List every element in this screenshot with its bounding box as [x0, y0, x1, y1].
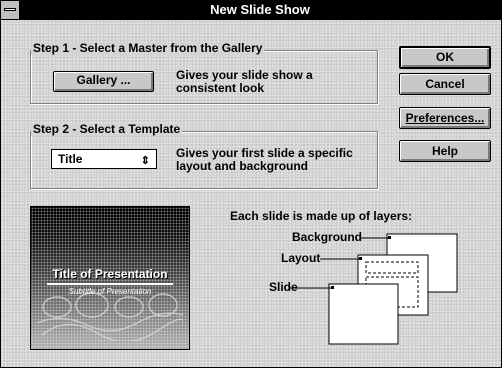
layers-diagram — [290, 233, 458, 345]
slide-layer-rect — [328, 283, 399, 345]
slide-leader-dot — [331, 286, 334, 289]
background-leader-dot — [388, 236, 391, 239]
layout-leader-dot — [359, 257, 362, 260]
new-slide-show-dialog: New Slide Show Step 1 - Select a Master … — [0, 0, 502, 368]
